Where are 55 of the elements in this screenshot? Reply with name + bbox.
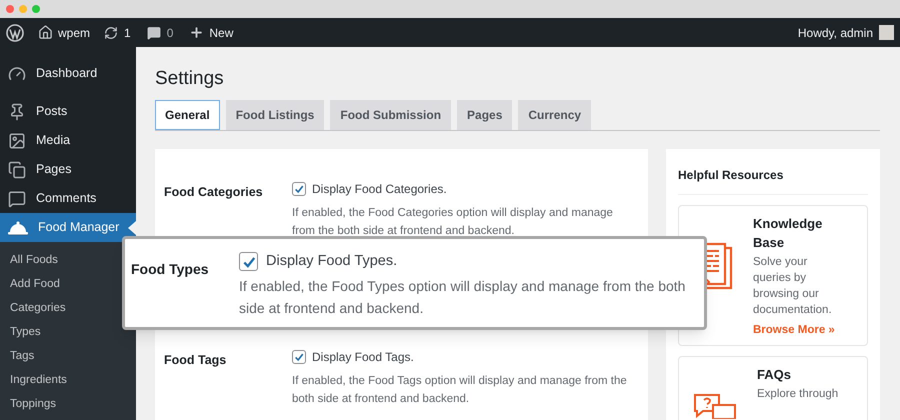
setting-label: Food Tags	[164, 352, 228, 369]
option-description: If enabled, the Food Tags option will display and manage from the both side at frontend and backend.	[292, 374, 627, 407]
home-icon	[38, 25, 53, 40]
checkmark-icon	[242, 254, 256, 269]
tab[interactable]: Pages	[457, 100, 512, 130]
resource-text: Solve your queries by browsing our documentation.	[753, 255, 833, 318]
option-description: If enabled, the Food Types option will display and manage from the both side at frontend and backend.	[239, 276, 686, 318]
option-label: Display Food Tags.	[312, 349, 414, 366]
speech-bubble-icon	[8, 190, 26, 208]
pages-icon	[8, 160, 26, 178]
tab[interactable]: Food Submission	[330, 100, 452, 130]
option-description: If enabled, the Food Categories option will display and manage from the both side at frontend and backend.	[292, 206, 614, 239]
tab[interactable]: General	[155, 100, 220, 130]
checkmark-icon	[294, 352, 304, 362]
option-label: Display Food Categories.	[312, 181, 447, 198]
submenu-item[interactable]: Ingredients	[10, 368, 67, 392]
checkbox[interactable]	[239, 252, 258, 272]
refresh-icon	[104, 26, 118, 40]
sidebar-item[interactable]: Posts	[0, 97, 136, 126]
tab[interactable]: Food Listings	[226, 100, 324, 130]
pin-icon	[8, 102, 26, 120]
resource-title: Knowledge Base	[753, 215, 824, 252]
comments-count[interactable]: 0	[166, 24, 174, 42]
option-label: Display Food Types.	[266, 252, 398, 271]
checkmark-icon	[294, 184, 304, 194]
resources-title: Helpful Resources	[678, 149, 868, 195]
speech-bubble-icon	[146, 26, 161, 40]
submenu-item[interactable]: Categories	[10, 296, 66, 320]
site-link[interactable]: wpem	[58, 24, 90, 42]
submenu-item[interactable]: All Foods	[10, 248, 58, 272]
submenu-item[interactable]: Tags	[10, 344, 34, 368]
sidebar-item[interactable]: Media	[0, 126, 136, 155]
sidebar-item[interactable]: Dashboard	[0, 59, 136, 88]
submenu-item[interactable]: Add Food	[10, 272, 60, 296]
tab[interactable]: Currency	[518, 100, 592, 130]
setting-label: Food Types	[131, 260, 210, 279]
submenu-item[interactable]: Types	[10, 320, 41, 344]
sidebar-item[interactable]: Food Manager	[0, 213, 136, 242]
greeting-link[interactable]: Howdy, admin	[798, 24, 873, 42]
sidebar-item[interactable]: Comments	[0, 184, 136, 213]
sidebar-item[interactable]: Pages	[0, 155, 136, 184]
page-title: Settings	[155, 67, 225, 91]
checkbox[interactable]	[292, 182, 306, 196]
updates-count[interactable]: 1	[124, 24, 131, 42]
checkbox[interactable]	[292, 350, 306, 364]
setting-label: Food Categories	[164, 184, 264, 201]
image-icon	[8, 132, 26, 150]
gauge-icon	[8, 64, 26, 82]
wordpress-logo-icon[interactable]	[6, 24, 24, 42]
resource-title: FAQs	[757, 366, 792, 384]
cloche-icon	[8, 220, 28, 234]
resource-text: Explore through	[757, 387, 840, 402]
new-link[interactable]: New	[209, 24, 234, 42]
plus-icon	[189, 25, 204, 40]
submenu-item[interactable]: Toppings	[10, 392, 56, 416]
